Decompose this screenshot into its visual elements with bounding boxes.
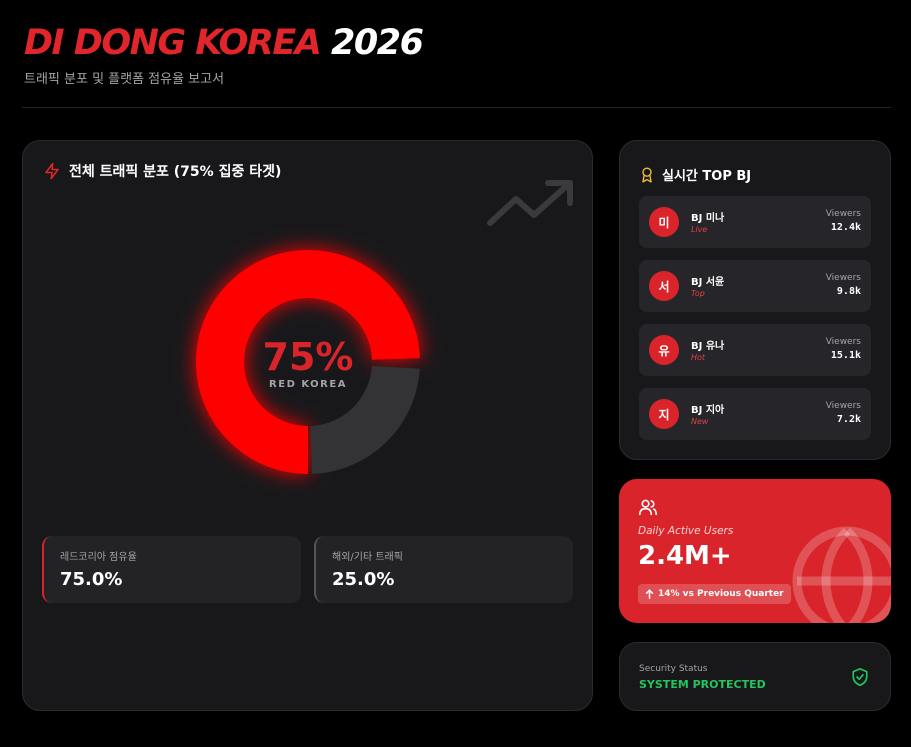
- shield-check-icon: [852, 667, 868, 687]
- top-bj-card: 실시간 TOP BJ 미 BJ 미나 Live Viewers 12.4k 서 …: [619, 140, 891, 460]
- bj-name: BJ 서윤: [691, 277, 725, 288]
- daily-active-users-card: Daily Active Users 2.4M+ 14% vs Previous…: [619, 479, 891, 623]
- growth-badge-text: 14% vs Previous Quarter: [658, 589, 784, 599]
- trending-up-icon: [487, 180, 573, 226]
- stat-red-korea-share: 레드코리아 점유율 75.0%: [42, 536, 301, 603]
- stat-label: 레드코리아 점유율: [60, 552, 137, 563]
- page-header: DI DONG KOREA 2026 트래픽 분포 및 플랫폼 점유율 보고서: [24, 22, 424, 87]
- viewers-label: Viewers: [825, 337, 861, 347]
- traffic-donut-chart: 75% RED KOREA: [195, 249, 421, 475]
- donut-label: RED KOREA: [269, 378, 347, 390]
- stat-label: 해외/기타 트래픽: [332, 552, 403, 563]
- traffic-card-title: 전체 트래픽 분포 (75% 집중 타겟): [69, 164, 282, 180]
- bj-list-item[interactable]: 미 BJ 미나 Live Viewers 12.4k: [639, 196, 871, 248]
- avatar: 서: [649, 271, 679, 301]
- globe-icon: [792, 526, 891, 623]
- bj-status-tag: Live: [691, 225, 708, 234]
- title-brand: DI DONG KOREA: [24, 23, 322, 63]
- lightning-icon: [45, 162, 59, 180]
- viewers-label: Viewers: [825, 209, 861, 219]
- traffic-card-header: 전체 트래픽 분포 (75% 집중 타겟): [43, 161, 281, 181]
- security-status-card: Security Status SYSTEM PROTECTED: [619, 642, 891, 711]
- arrow-up-icon: [645, 589, 654, 599]
- viewers-count: 15.1k: [830, 350, 861, 361]
- donut-center: 75% RED KOREA: [195, 249, 421, 475]
- bj-list-item[interactable]: 유 BJ 유나 Hot Viewers 15.1k: [639, 324, 871, 376]
- traffic-distribution-card: 전체 트래픽 분포 (75% 집중 타겟) 75% RED KOREA 레드코리…: [22, 140, 593, 711]
- viewers-count: 9.8k: [836, 286, 861, 297]
- growth-badge: 14% vs Previous Quarter: [638, 584, 791, 604]
- viewers-label: Viewers: [825, 273, 861, 283]
- top-bj-title: 실시간 TOP BJ: [662, 169, 752, 184]
- security-value: SYSTEM PROTECTED: [639, 678, 766, 691]
- bj-list-item[interactable]: 서 BJ 서윤 Top Viewers 9.8k: [639, 260, 871, 312]
- stat-value: 25.0%: [332, 569, 395, 590]
- top-bj-header: 실시간 TOP BJ: [640, 165, 751, 184]
- dau-value: 2.4M+: [638, 541, 732, 571]
- stat-overseas-traffic: 해외/기타 트래픽 25.0%: [314, 536, 573, 603]
- header-divider: [22, 107, 891, 108]
- title-year: 2026: [331, 23, 424, 63]
- stat-value: 75.0%: [60, 569, 123, 590]
- donut-percent: 75%: [262, 334, 354, 379]
- bj-name: BJ 유나: [691, 341, 725, 352]
- viewers-count: 12.4k: [830, 222, 861, 233]
- security-label: Security Status: [639, 664, 708, 674]
- page-subtitle: 트래픽 분포 및 플랫폼 점유율 보고서: [24, 72, 225, 87]
- viewers-label: Viewers: [825, 401, 861, 411]
- award-icon: [642, 166, 652, 183]
- users-icon: [638, 499, 657, 516]
- avatar: 유: [649, 335, 679, 365]
- bj-name: BJ 미나: [691, 213, 725, 224]
- avatar: 지: [649, 399, 679, 429]
- dau-label: Daily Active Users: [638, 525, 734, 537]
- bj-status-tag: Hot: [691, 353, 706, 362]
- bj-status-tag: Top: [691, 289, 705, 298]
- avatar: 미: [649, 207, 679, 237]
- bj-status-tag: New: [691, 417, 709, 426]
- bj-list-item[interactable]: 지 BJ 지아 New Viewers 7.2k: [639, 388, 871, 440]
- viewers-count: 7.2k: [836, 414, 861, 425]
- bj-name: BJ 지아: [691, 405, 725, 416]
- page-title: DI DONG KOREA 2026: [24, 22, 424, 64]
